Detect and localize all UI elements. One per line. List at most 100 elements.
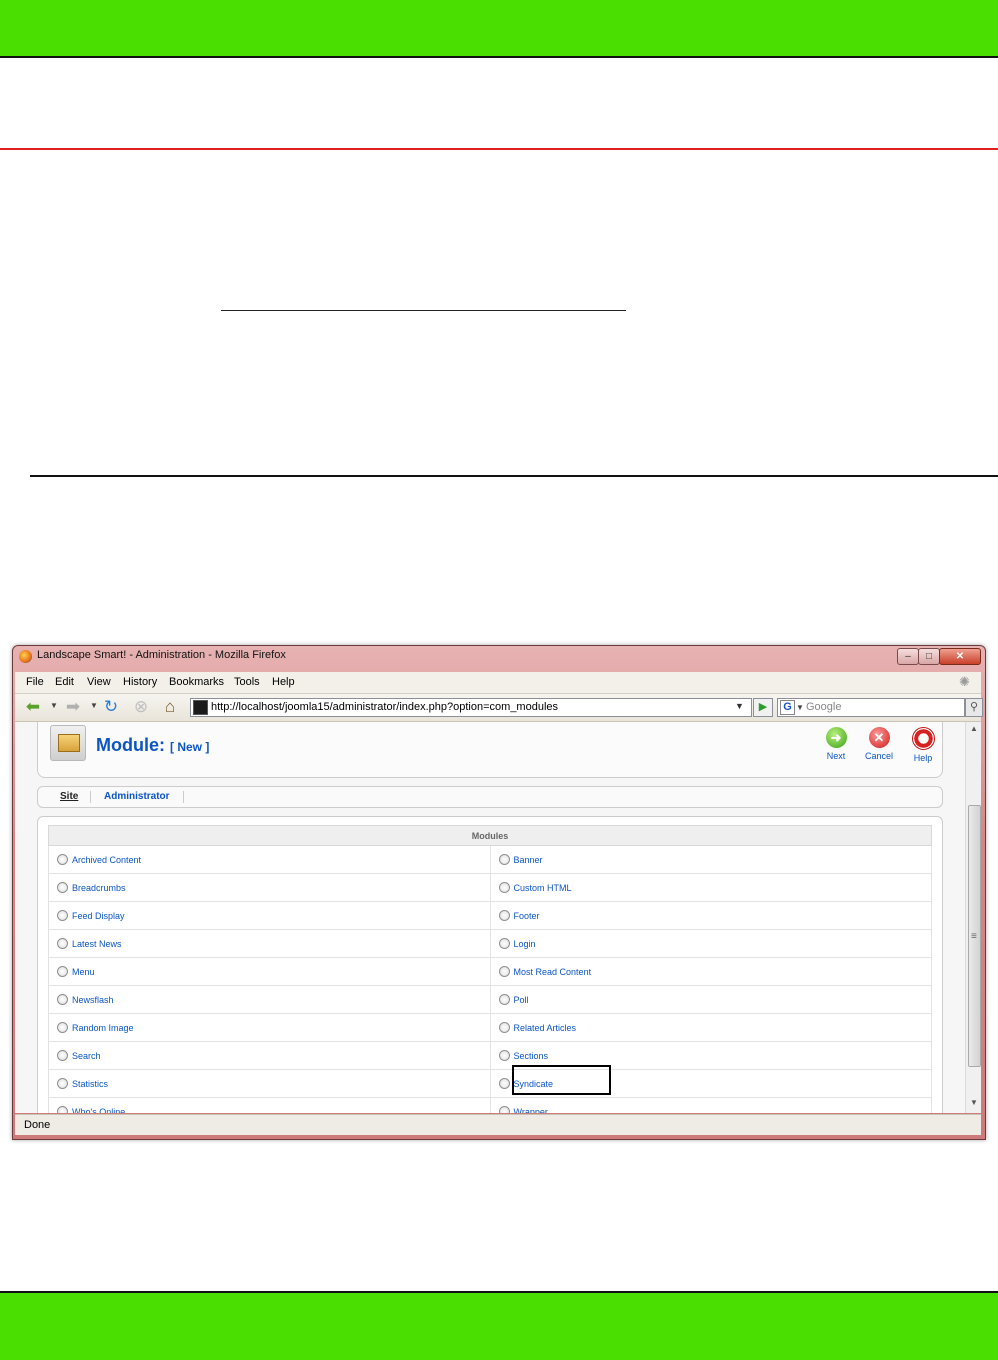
menu-file[interactable]: File — [26, 676, 44, 688]
radio-button[interactable] — [57, 938, 68, 949]
module-label[interactable]: Custom HTML — [514, 883, 572, 893]
cancel-button[interactable]: ✕ Cancel — [857, 727, 901, 761]
radio-button[interactable] — [57, 966, 68, 977]
module-label[interactable]: Login — [514, 939, 536, 949]
address-dropdown-icon[interactable]: ▼ — [735, 701, 744, 711]
radio-button[interactable] — [57, 1106, 68, 1113]
radio-button[interactable] — [498, 1078, 510, 1089]
back-arrow-icon[interactable]: ⬅ — [23, 698, 43, 716]
status-bar: Done — [15, 1114, 981, 1135]
module-option[interactable]: Feed Display — [48, 901, 491, 930]
menu-edit[interactable]: Edit — [55, 676, 74, 688]
module-label[interactable]: Sections — [514, 1051, 549, 1061]
module-label[interactable]: Poll — [514, 995, 529, 1005]
radio-button[interactable] — [57, 1050, 68, 1061]
module-option[interactable]: Breadcrumbs — [48, 873, 491, 902]
module-label[interactable]: Newsflash — [72, 995, 114, 1005]
module-label[interactable]: Archived Content — [72, 855, 141, 865]
module-label[interactable]: Random Image — [72, 1023, 134, 1033]
module-label[interactable]: Menu — [72, 967, 95, 977]
radio-button[interactable] — [498, 994, 510, 1005]
forward-history-chevron-icon[interactable]: ▼ — [90, 701, 98, 710]
radio-button[interactable] — [498, 966, 510, 977]
tab-site[interactable]: Site — [60, 791, 78, 802]
module-option[interactable]: Custom HTML — [489, 873, 933, 902]
module-label[interactable]: Most Read Content — [514, 967, 592, 977]
module-option[interactable]: Newsflash — [48, 985, 491, 1014]
page-title: Module: [ New ] — [96, 735, 209, 756]
module-option[interactable]: Footer — [489, 901, 933, 930]
tab-administrator[interactable]: Administrator — [104, 791, 170, 802]
module-label[interactable]: Search — [72, 1051, 101, 1061]
client-tabs: Site Administrator — [37, 786, 943, 808]
black-divider — [30, 475, 998, 477]
radio-button[interactable] — [498, 910, 510, 921]
menu-tools[interactable]: Tools — [234, 676, 260, 688]
help-button[interactable]: Help — [901, 727, 945, 763]
search-input[interactable]: Google — [806, 701, 841, 713]
radio-button[interactable] — [57, 994, 68, 1005]
table-row: Archived Content Banner — [48, 845, 933, 874]
menu-help[interactable]: Help — [272, 676, 295, 688]
menu-bookmarks[interactable]: Bookmarks — [169, 676, 224, 688]
module-option[interactable]: Most Read Content — [489, 957, 933, 986]
module-option[interactable]: Menu — [48, 957, 491, 986]
radio-button[interactable] — [498, 882, 510, 893]
module-option[interactable]: Related Articles — [489, 1013, 933, 1042]
module-option[interactable]: Archived Content — [48, 845, 491, 874]
engine-chevron-icon[interactable]: ▼ — [796, 703, 804, 712]
module-label[interactable]: Wrapper — [514, 1107, 548, 1113]
module-label[interactable]: Footer — [514, 911, 540, 921]
module-label[interactable]: Feed Display — [72, 911, 125, 921]
reload-icon[interactable]: ↻ — [101, 698, 121, 716]
module-option[interactable]: Wrapper — [489, 1097, 933, 1113]
radio-button[interactable] — [57, 854, 68, 865]
module-option[interactable]: Poll — [489, 985, 933, 1014]
module-label[interactable]: Latest News — [72, 939, 122, 949]
maximize-button[interactable]: □ — [918, 648, 940, 665]
address-text[interactable]: http://localhost/joomla15/administrator/… — [211, 701, 558, 713]
module-label[interactable]: Related Articles — [514, 1023, 577, 1033]
module-label[interactable]: Breadcrumbs — [72, 883, 126, 893]
minimize-button[interactable]: – — [897, 648, 919, 665]
radio-button[interactable] — [57, 1022, 68, 1033]
module-option[interactable]: Banner — [489, 845, 933, 874]
module-option[interactable]: Search — [48, 1041, 491, 1070]
module-option[interactable]: Login — [489, 929, 933, 958]
module-option[interactable]: Latest News — [48, 929, 491, 958]
close-button[interactable]: ✕ — [939, 648, 981, 665]
go-button[interactable]: ▶ — [753, 698, 773, 717]
address-bar[interactable]: http://localhost/joomla15/administrator/… — [190, 698, 752, 717]
radio-button[interactable] — [57, 882, 68, 893]
module-label[interactable]: Who's Online — [72, 1107, 125, 1113]
radio-button[interactable] — [498, 1050, 510, 1061]
radio-button[interactable] — [498, 938, 510, 949]
radio-button[interactable] — [498, 854, 510, 865]
back-history-chevron-icon[interactable]: ▼ — [50, 701, 58, 710]
module-label[interactable]: Statistics — [72, 1079, 108, 1089]
table-row: Latest News Login — [48, 929, 933, 958]
table-row: Who's Online Wrapper — [48, 1097, 933, 1113]
scrollbar-thumb[interactable]: ≡ — [968, 805, 981, 1067]
google-engine-icon[interactable]: G — [780, 700, 795, 715]
vertical-scrollbar[interactable]: ▲ ≡ ▼ — [965, 722, 981, 1113]
module-option[interactable]: Random Image — [48, 1013, 491, 1042]
next-button[interactable]: ➜ Next — [814, 727, 858, 761]
menu-history[interactable]: History — [123, 676, 157, 688]
module-option[interactable]: Statistics — [48, 1069, 491, 1098]
radio-button[interactable] — [498, 1106, 510, 1113]
scroll-up-arrow-icon[interactable]: ▲ — [966, 724, 981, 733]
module-option[interactable]: Who's Online — [48, 1097, 491, 1113]
forward-arrow-icon[interactable]: ➡ — [63, 698, 83, 716]
radio-button[interactable] — [498, 1022, 510, 1033]
search-magnifier-icon[interactable]: ⚲ — [965, 698, 983, 717]
stop-icon[interactable]: ⊗ — [131, 698, 151, 716]
radio-button[interactable] — [57, 910, 68, 921]
scroll-down-arrow-icon[interactable]: ▼ — [966, 1098, 981, 1107]
radio-button[interactable] — [57, 1078, 68, 1089]
menu-view[interactable]: View — [87, 676, 111, 688]
home-icon[interactable]: ⌂ — [160, 698, 180, 716]
module-label[interactable]: Banner — [514, 855, 543, 865]
next-label: Next — [826, 751, 846, 761]
search-bar[interactable]: G ▼ Google — [777, 698, 965, 717]
